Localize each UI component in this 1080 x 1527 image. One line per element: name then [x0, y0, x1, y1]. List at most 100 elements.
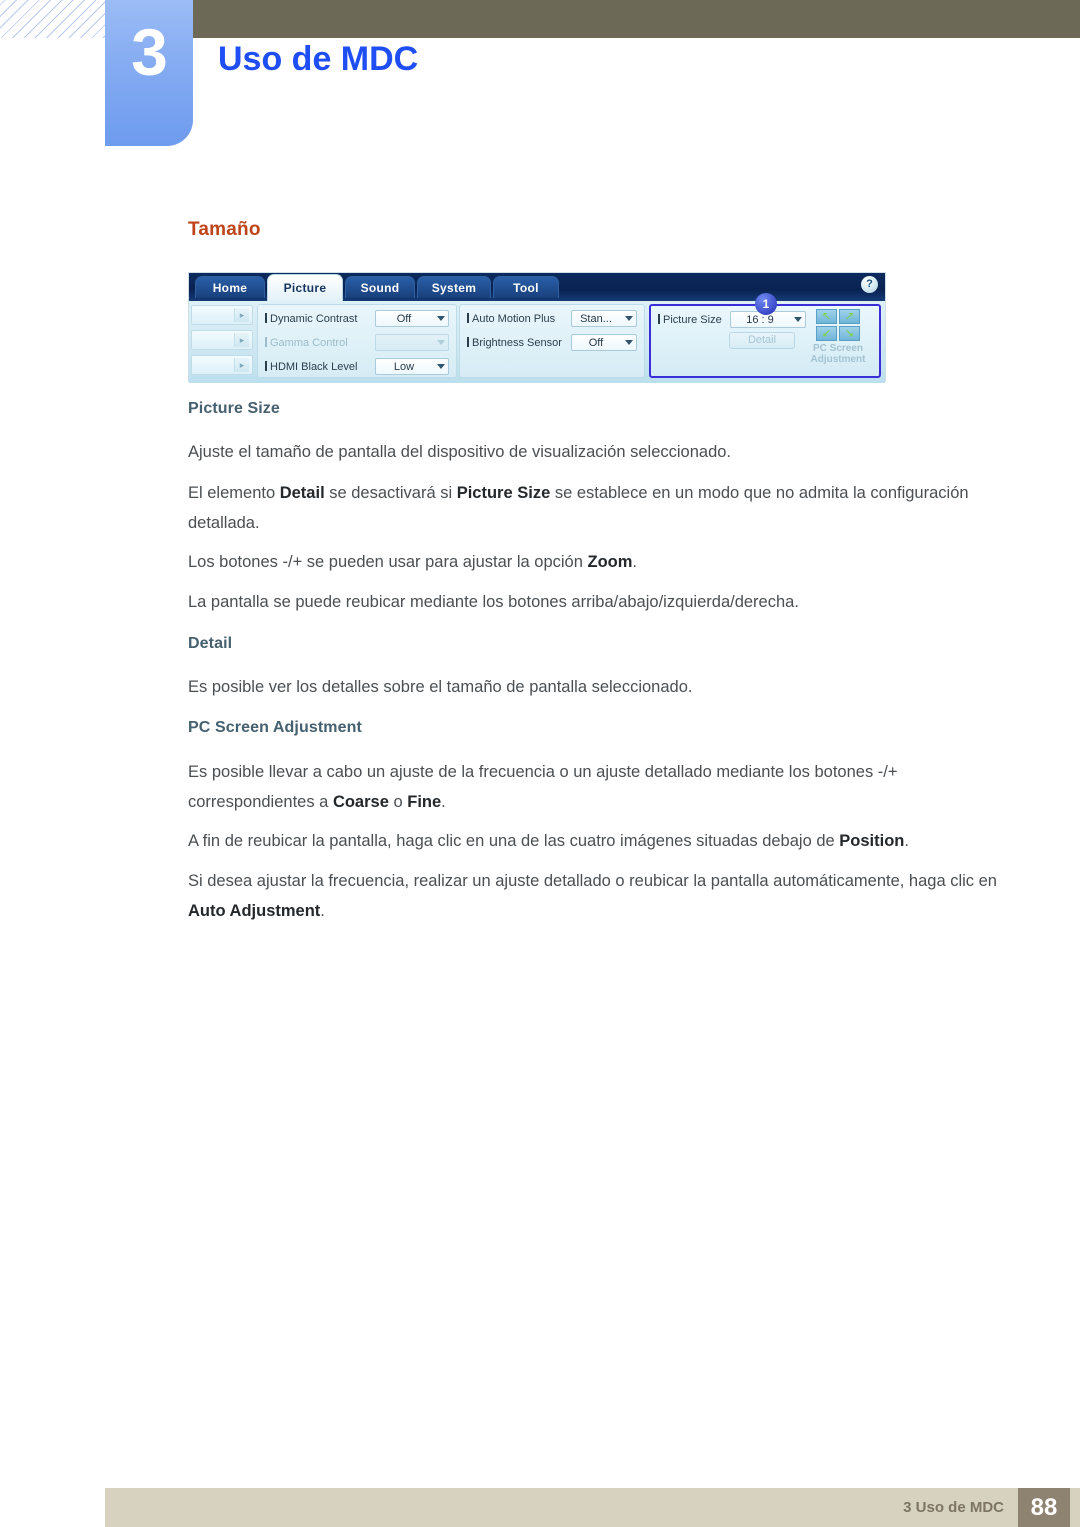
label-text: Dynamic Contrast	[270, 313, 358, 325]
combo-value-hdmi-black-level: Low	[393, 361, 415, 373]
mdc-option-group-left: Dynamic Contrast Off Gamma Control HDMI …	[257, 304, 457, 378]
page-header: 3 Uso de MDC	[0, 0, 1080, 160]
page-footer: 3 Uso de MDC 88	[105, 1488, 1080, 1527]
subheading-detail: Detail	[188, 635, 233, 652]
combo-auto-motion-plus[interactable]: Stan...	[571, 310, 637, 327]
combo-value-picture-size: 16 : 9	[746, 314, 774, 326]
label-text: Gamma Control	[270, 337, 348, 349]
arrow-glyph: ↙	[821, 327, 832, 339]
mdc-tab-bar: Home Picture Sound System Tool ?	[189, 273, 885, 301]
text-emphasis-fine: Fine	[407, 793, 442, 811]
help-icon[interactable]: ?	[861, 276, 878, 293]
detail-button: Detail	[729, 332, 795, 349]
pc-screen-adjustment-label: PC Screen Adjustment	[810, 343, 866, 365]
subheading-pc-screen-adjustment: PC Screen Adjustment	[188, 719, 362, 736]
mdc-option-group-middle: Auto Motion Plus Stan... Brightness Sens…	[459, 304, 645, 378]
option-row-dynamic-contrast: Dynamic Contrast Off	[265, 309, 451, 329]
mdc-panel-body: ▸ ▸ ▸ Dynamic Contrast Off Gamma Control…	[189, 301, 885, 383]
combo-dynamic-contrast[interactable]: Off	[375, 310, 449, 327]
paragraph-pcsa-1: Es posible llevar a cabo un ajuste de la…	[188, 757, 1006, 817]
text-fragment: se desactivará si	[324, 484, 457, 502]
text-fragment: Es posible llevar a cabo un ajuste de la…	[188, 763, 898, 811]
combo-gamma-control	[375, 334, 449, 351]
hatch-decoration	[0, 0, 108, 38]
chevron-down-icon	[437, 340, 445, 345]
strip-expand-row-1[interactable]: ▸	[191, 305, 253, 325]
text-fragment: .	[904, 832, 909, 850]
strip-expand-row-2[interactable]: ▸	[191, 330, 253, 350]
option-row-hdmi-black-level: HDMI Black Level Low	[265, 357, 451, 377]
arrow-up-right-icon[interactable]: ↗	[839, 309, 860, 324]
mdc-tab-system[interactable]: System	[417, 276, 491, 298]
chevron-right-icon: ▸	[234, 358, 249, 372]
paragraph-picture-size-2: El elemento Detail se desactivará si Pic…	[188, 478, 1006, 538]
header-rule-bar	[193, 0, 1080, 38]
option-row-picture-size: Picture Size 16 : 9	[658, 310, 808, 330]
text-emphasis-auto-adjustment: Auto Adjustment	[188, 902, 321, 920]
label-text: HDMI Black Level	[270, 361, 358, 373]
combo-value-auto-motion-plus: Stan...	[580, 313, 612, 325]
text-emphasis-zoom: Zoom	[587, 553, 633, 571]
option-label-hdmi-black-level: HDMI Black Level	[265, 357, 357, 377]
text-fragment: El elemento	[188, 484, 280, 502]
combo-value-brightness-sensor: Off	[588, 337, 604, 349]
chapter-number-tab: 3	[105, 0, 193, 146]
mdc-screenshot-figure: Home Picture Sound System Tool ? ▸ ▸ ▸ D…	[188, 272, 886, 383]
arrow-glyph: ↗	[844, 310, 855, 322]
mdc-left-strip: ▸ ▸ ▸	[191, 303, 253, 379]
mdc-option-group-picture-size: Picture Size 16 : 9 Detail ↖ ↗ ↙ ↘ PC Sc…	[649, 304, 881, 378]
arrow-down-right-icon[interactable]: ↘	[839, 326, 860, 341]
text-emphasis-position: Position	[839, 832, 905, 850]
paragraph-picture-size-1: Ajuste el tamaño de pantalla del disposi…	[188, 443, 732, 461]
chapter-number: 3	[131, 15, 168, 89]
text-fragment: .	[632, 553, 637, 571]
mdc-tab-home[interactable]: Home	[195, 276, 265, 298]
chevron-down-icon	[625, 340, 633, 345]
option-label-dynamic-contrast: Dynamic Contrast	[265, 309, 357, 329]
section-heading: Tamaño	[188, 219, 261, 240]
arrow-up-left-icon[interactable]: ↖	[816, 309, 837, 324]
option-row-auto-motion-plus: Auto Motion Plus Stan...	[467, 309, 639, 329]
combo-hdmi-black-level[interactable]: Low	[375, 358, 449, 375]
paragraph-pcsa-2: A fin de reubicar la pantalla, haga clic…	[188, 826, 1006, 856]
combo-brightness-sensor[interactable]: Off	[571, 334, 637, 351]
text-emphasis-coarse: Coarse	[332, 793, 389, 811]
page-title: Uso de MDC	[218, 40, 419, 78]
arrow-down-left-icon[interactable]: ↙	[816, 326, 837, 341]
text-fragment: Los botones -/+ se pueden usar para ajus…	[188, 553, 588, 571]
arrow-glyph: ↖	[821, 310, 832, 322]
position-arrows-grid[interactable]: ↖ ↗ ↙ ↘	[816, 309, 860, 341]
mdc-tab-tool[interactable]: Tool	[493, 276, 559, 298]
arrow-glyph: ↘	[844, 327, 855, 339]
paragraph-picture-size-4: La pantalla se puede reubicar mediante l…	[188, 593, 799, 611]
mdc-tab-sound[interactable]: Sound	[345, 276, 415, 298]
label-text: Picture Size	[663, 314, 722, 326]
pc-screen-adjustment-control[interactable]: ↖ ↗ ↙ ↘ PC Screen Adjustment	[805, 309, 871, 365]
paragraph-pcsa-3: Si desea ajustar la frecuencia, realizar…	[188, 866, 1006, 926]
text-fragment: A fin de reubicar la pantalla, haga clic…	[188, 832, 840, 850]
option-label-picture-size: Picture Size	[658, 310, 722, 330]
option-row-gamma-control: Gamma Control	[265, 333, 451, 353]
text-emphasis-picture-size: Picture Size	[456, 484, 551, 502]
option-label-gamma-control: Gamma Control	[265, 333, 348, 353]
text-emphasis-detail: Detail	[279, 484, 325, 502]
option-label-auto-motion-plus: Auto Motion Plus	[467, 309, 555, 329]
paragraph-picture-size-3: Los botones -/+ se pueden usar para ajus…	[188, 547, 1006, 577]
chevron-down-icon	[437, 316, 445, 321]
option-row-brightness-sensor: Brightness Sensor Off	[467, 333, 639, 353]
text-fragment: Si desea ajustar la frecuencia, realizar…	[188, 872, 997, 890]
chevron-right-icon: ▸	[234, 333, 249, 347]
paragraph-detail-1: Es posible ver los detalles sobre el tam…	[188, 678, 693, 696]
subheading-picture-size: Picture Size	[188, 400, 280, 417]
chevron-down-icon	[625, 316, 633, 321]
text-fragment: .	[441, 793, 446, 811]
option-label-brightness-sensor: Brightness Sensor	[467, 333, 562, 353]
text-fragment: .	[320, 902, 325, 920]
label-text: Brightness Sensor	[472, 337, 562, 349]
mdc-tab-picture[interactable]: Picture	[267, 274, 343, 301]
chevron-down-icon	[794, 317, 802, 322]
chevron-right-icon: ▸	[234, 308, 249, 322]
strip-expand-row-3[interactable]: ▸	[191, 355, 253, 375]
footer-page-number: 88	[1018, 1488, 1070, 1527]
footer-chapter-label: 3 Uso de MDC	[903, 1499, 1004, 1516]
